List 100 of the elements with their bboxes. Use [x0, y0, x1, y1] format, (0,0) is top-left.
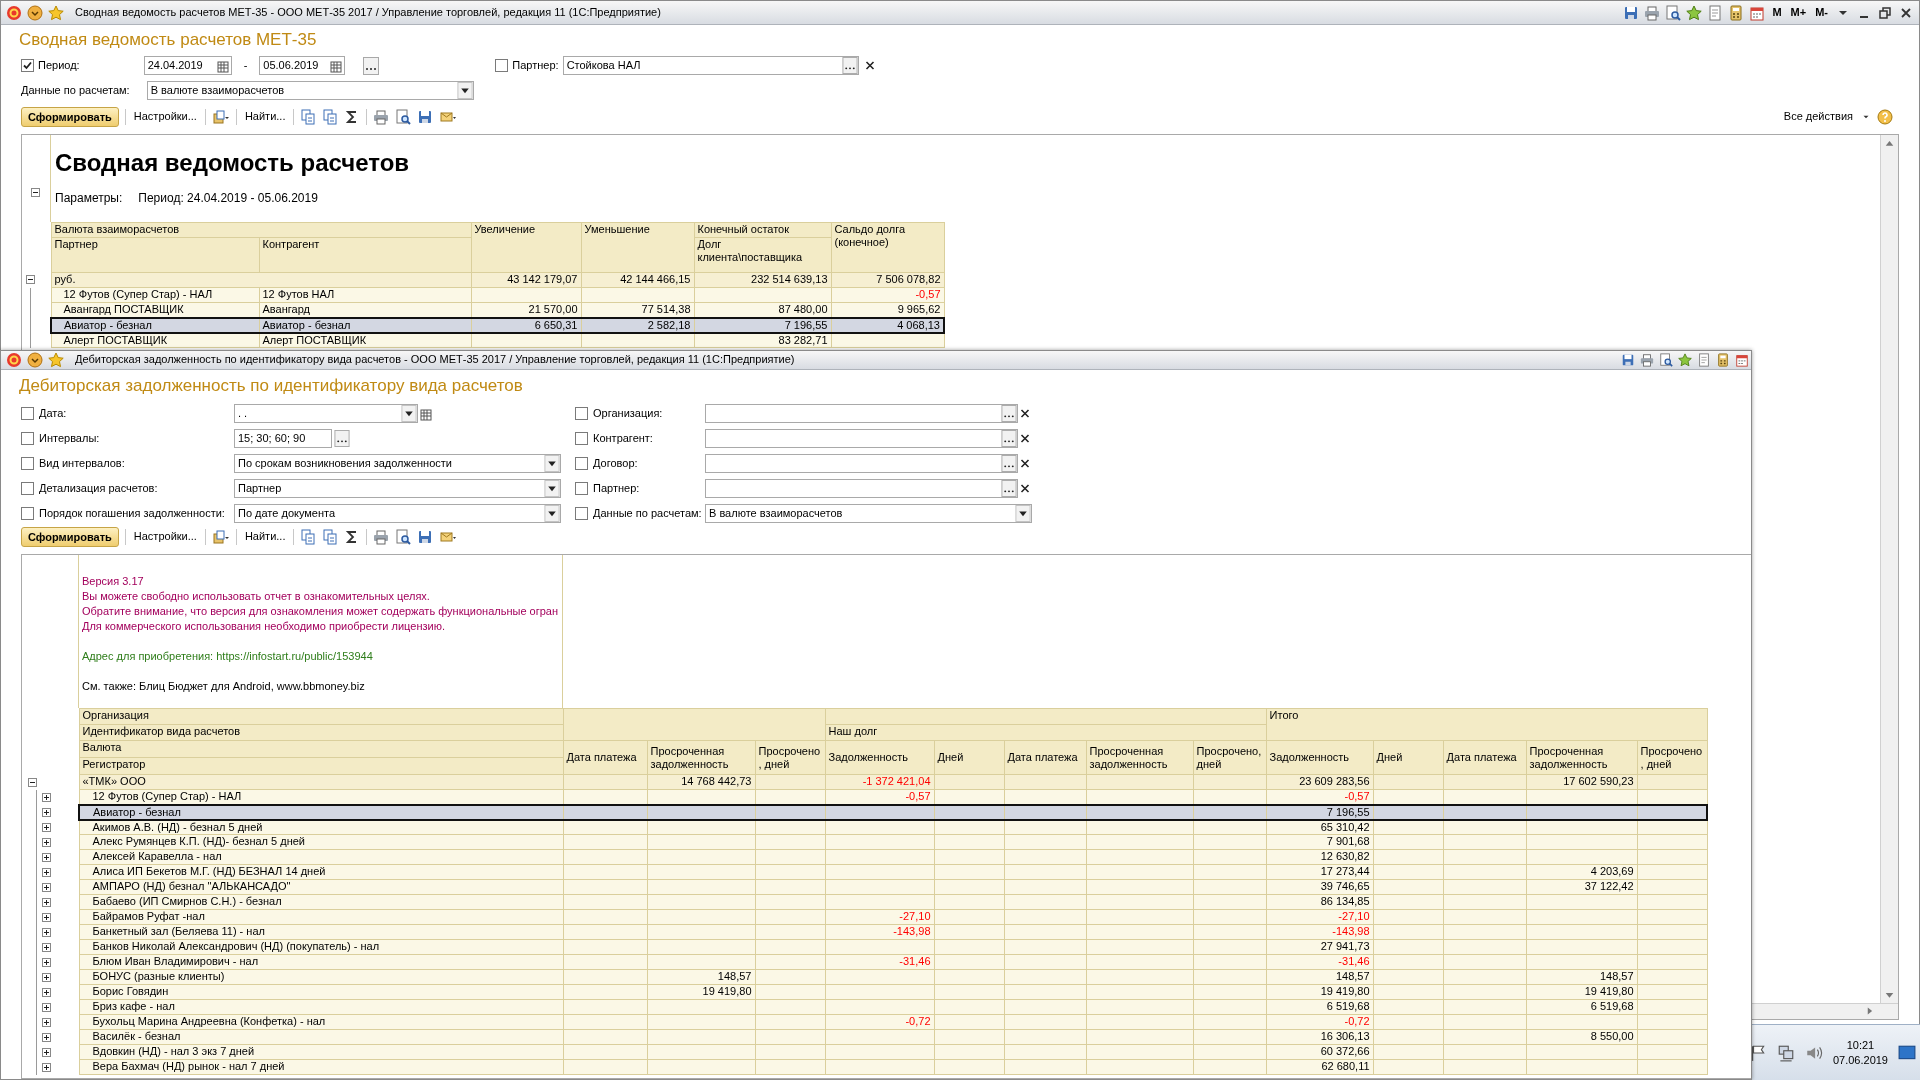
checkbox[interactable] — [21, 482, 34, 495]
documents-icon[interactable] — [322, 109, 339, 125]
expand-icon[interactable] — [42, 912, 51, 922]
checkbox[interactable] — [495, 59, 509, 72]
ellipsis-button[interactable] — [361, 56, 382, 75]
settings-button[interactable]: Настройки... — [131, 110, 199, 124]
expand-icon[interactable] — [42, 1017, 51, 1027]
tree-item[interactable]: Авиатор - безнал — [79, 804, 563, 820]
ellipsis-button[interactable] — [334, 430, 350, 447]
checkbox[interactable] — [575, 407, 588, 420]
input-field[interactable] — [705, 479, 1018, 498]
find-button[interactable]: Найти... — [242, 110, 288, 124]
dropdown-button[interactable] — [544, 505, 560, 522]
collapse-icon[interactable] — [31, 187, 40, 197]
expand-icon[interactable] — [42, 897, 51, 907]
select-field[interactable]: В валюте взаиморасчетов — [705, 504, 1032, 523]
star-icon[interactable] — [48, 352, 64, 368]
dropdown-button[interactable] — [1015, 505, 1031, 522]
link-text[interactable]: Адрес для приобретения: https://infostart.ru/public/153944 — [82, 649, 562, 664]
input-field[interactable] — [705, 429, 1018, 448]
preview-icon[interactable] — [1659, 353, 1673, 367]
menu-icon[interactable] — [27, 4, 43, 21]
star-icon[interactable] — [1678, 353, 1692, 367]
preview-icon[interactable] — [395, 109, 412, 125]
settings-button[interactable]: Настройки... — [131, 530, 199, 544]
print-icon[interactable] — [1640, 353, 1654, 367]
checkbox[interactable] — [575, 432, 588, 445]
collapse-icon[interactable] — [26, 275, 35, 285]
calculator-icon[interactable] — [1728, 4, 1745, 21]
generate-button[interactable]: Сформировать — [21, 527, 119, 547]
expand-icon[interactable] — [42, 822, 51, 832]
checkbox[interactable] — [21, 432, 34, 445]
checkbox[interactable] — [21, 457, 34, 470]
folder-icon[interactable] — [211, 529, 230, 545]
star-icon[interactable] — [48, 4, 64, 21]
generate-button[interactable]: Сформировать — [21, 107, 119, 127]
dropdown-button[interactable] — [456, 82, 473, 99]
checkbox[interactable] — [21, 407, 34, 420]
dropdown-button[interactable] — [401, 405, 417, 422]
checkbox[interactable] — [21, 507, 34, 520]
expand-icon[interactable] — [42, 807, 51, 817]
envelope-icon[interactable] — [439, 109, 458, 125]
preview-icon[interactable] — [395, 529, 412, 545]
collapse-icon[interactable] — [28, 777, 37, 787]
date-field[interactable]: 05.06.2019 — [259, 56, 346, 75]
calculator-icon[interactable] — [1716, 353, 1730, 367]
date-field[interactable]: 24.04.2019 — [143, 56, 232, 75]
expand-icon[interactable] — [42, 927, 51, 937]
dropdown-button[interactable] — [544, 455, 560, 472]
expand-icon[interactable] — [42, 1002, 51, 1012]
documents-icon[interactable] — [300, 109, 317, 125]
expand-icon[interactable] — [42, 1062, 51, 1072]
save-icon[interactable] — [417, 529, 434, 545]
calendar-icon[interactable] — [1749, 4, 1766, 21]
expand-icon[interactable] — [42, 882, 51, 892]
expand-icon[interactable] — [42, 792, 51, 802]
expand-icon[interactable] — [42, 987, 51, 997]
all-actions-button[interactable]: Все действия — [1781, 110, 1855, 124]
clock-date[interactable]: 07.06.2019 — [1832, 1052, 1888, 1068]
checkbox[interactable] — [575, 482, 588, 495]
print-icon[interactable] — [1644, 4, 1661, 21]
dropdown-button[interactable] — [544, 480, 560, 497]
select-field[interactable]: По дате документа — [234, 504, 561, 523]
expand-icon[interactable] — [42, 1032, 51, 1042]
calendar-icon[interactable] — [1735, 353, 1749, 367]
checkbox[interactable] — [575, 507, 588, 520]
memory-button[interactable]: M- — [1813, 5, 1830, 20]
envelope-icon[interactable] — [439, 529, 458, 545]
restore-icon[interactable] — [1877, 4, 1893, 21]
clock-time[interactable]: 10:21 — [1832, 1037, 1888, 1053]
expand-icon[interactable] — [42, 972, 51, 982]
expand-icon[interactable] — [42, 957, 51, 967]
memory-button[interactable]: M+ — [1788, 5, 1809, 20]
help-icon[interactable] — [1877, 109, 1893, 125]
checkbox[interactable] — [21, 59, 34, 72]
app-logo-icon[interactable] — [6, 4, 22, 21]
expand-icon[interactable] — [42, 1047, 51, 1057]
expand-icon[interactable] — [42, 942, 51, 952]
documents-icon[interactable] — [322, 529, 339, 545]
checkbox[interactable] — [575, 457, 588, 470]
input-field[interactable] — [705, 404, 1018, 423]
select-field[interactable]: Партнер — [234, 479, 561, 498]
input-field[interactable]: Стойкова НАЛ — [562, 56, 859, 75]
date-field[interactable]: . . — [234, 404, 418, 423]
documents-icon[interactable] — [300, 529, 317, 545]
find-button[interactable]: Найти... — [242, 530, 288, 544]
document-icon[interactable] — [1697, 353, 1711, 367]
select-field[interactable]: По срокам возникновения задолженности — [234, 454, 561, 473]
input-field[interactable]: 15; 30; 60; 90 — [234, 429, 332, 448]
menu-icon[interactable] — [27, 352, 43, 368]
save-icon[interactable] — [1621, 353, 1635, 367]
star-icon[interactable] — [1686, 4, 1703, 21]
expand-icon[interactable] — [42, 837, 51, 847]
app-logo-icon[interactable] — [6, 352, 22, 368]
network-icon[interactable] — [1776, 1043, 1795, 1062]
print-icon[interactable] — [373, 109, 390, 125]
select-field[interactable]: В валюте взаиморасчетов — [146, 81, 474, 100]
memory-button[interactable]: M — [1770, 5, 1784, 20]
preview-icon[interactable] — [1665, 4, 1682, 21]
save-icon[interactable] — [417, 109, 434, 125]
